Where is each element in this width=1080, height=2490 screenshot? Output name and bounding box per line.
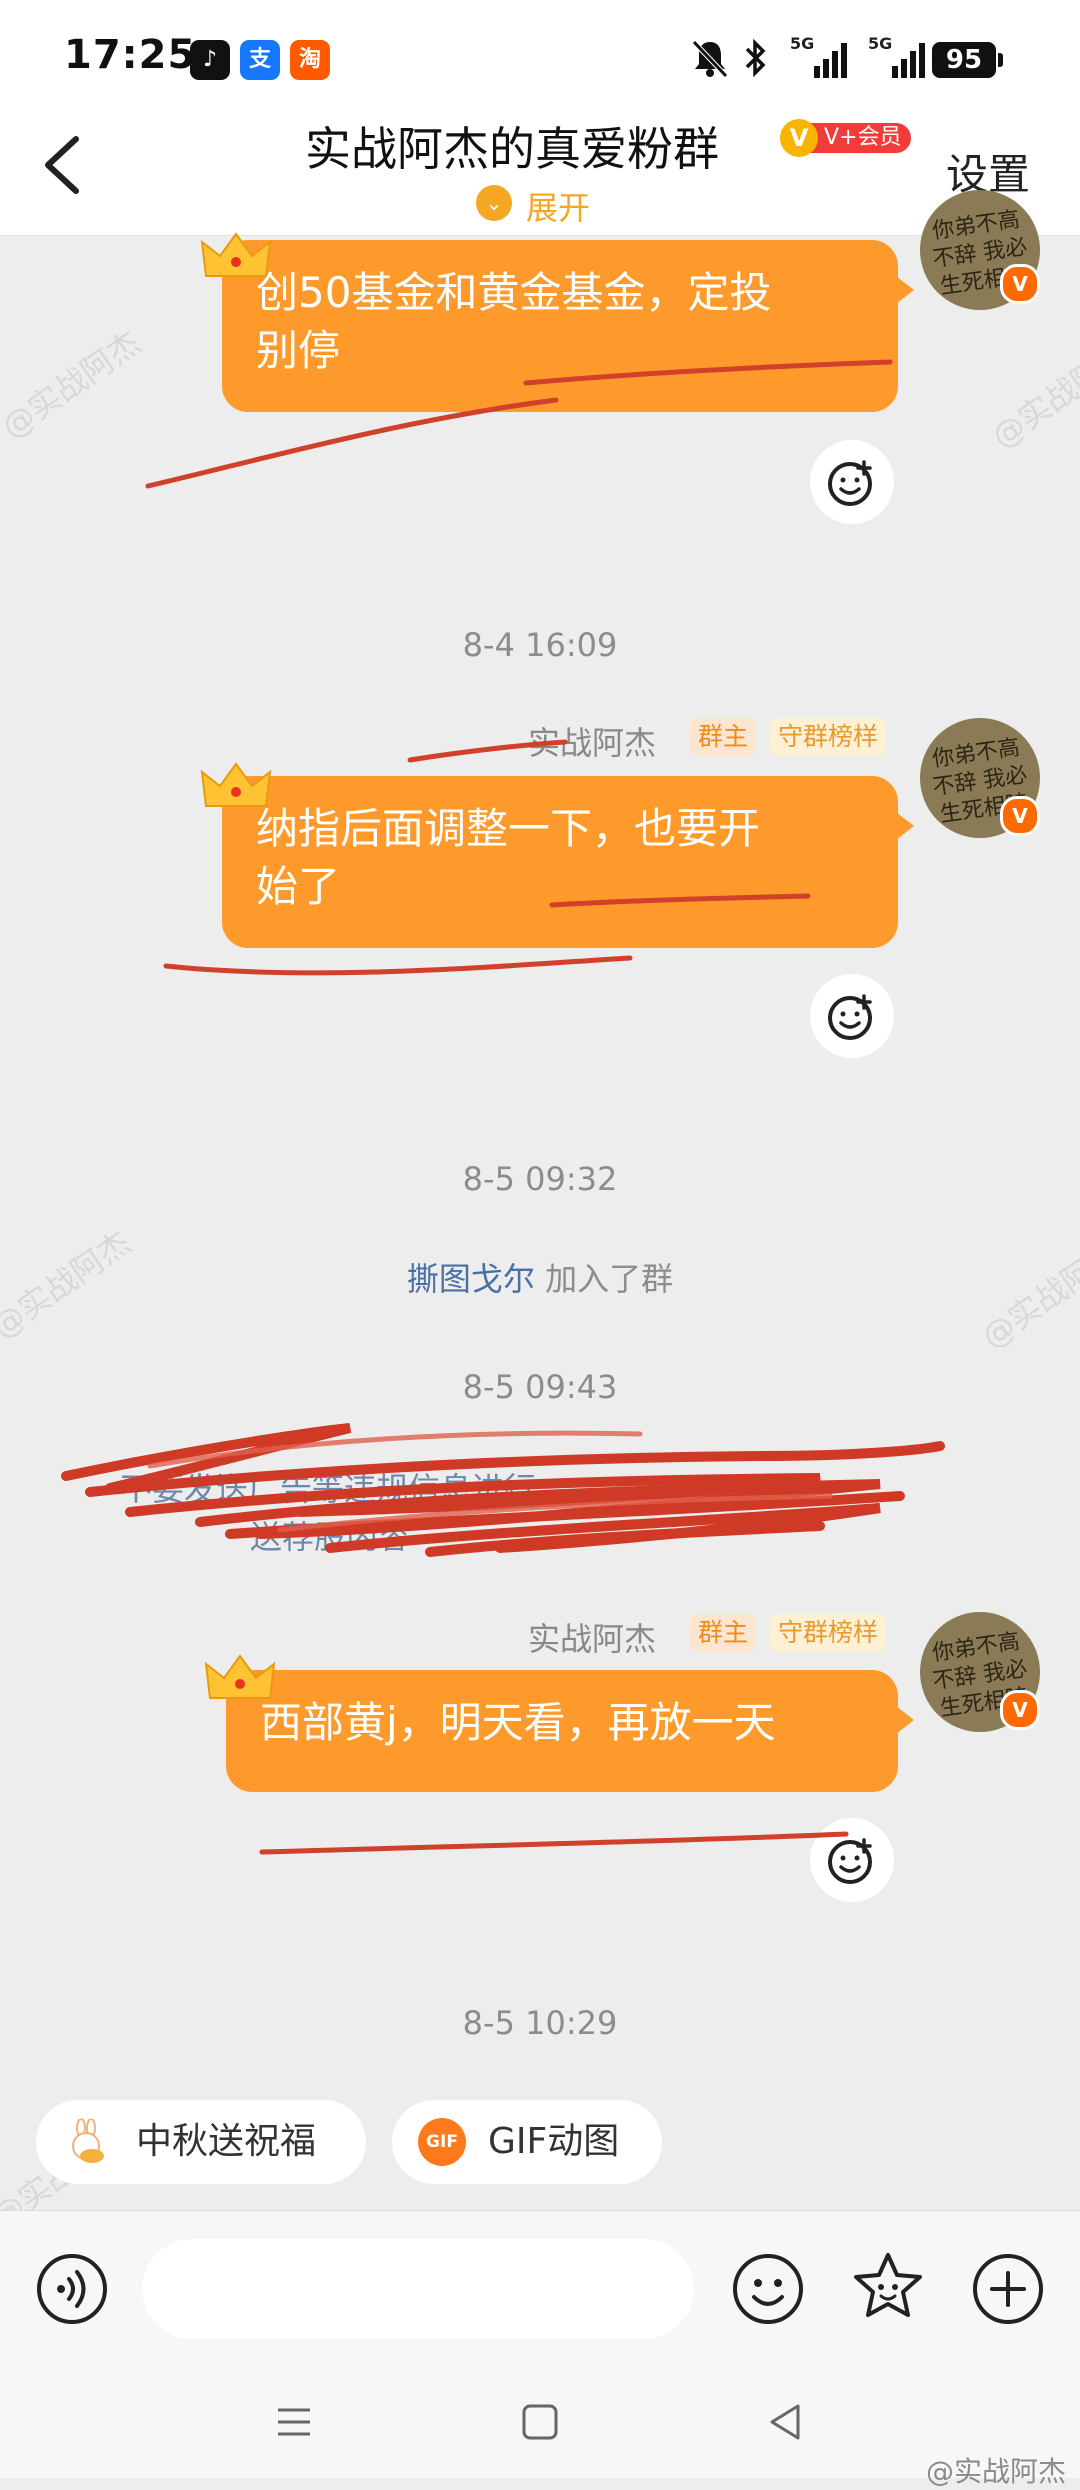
message-input[interactable] — [142, 2239, 694, 2339]
tiktok-icon: ♪ — [190, 40, 230, 80]
obscured-notice-line: 送荐股内容 — [250, 1518, 411, 1556]
add-reaction-button[interactable] — [810, 1818, 894, 1902]
message-timestamp: 8-5 09:32 — [462, 1160, 618, 1198]
message-bubble[interactable]: 西部黄j，明天看，再放一天 — [226, 1670, 914, 1792]
crown-icon — [204, 1654, 276, 1699]
mute-bell-icon — [692, 40, 728, 78]
quick-chip-mid-autumn[interactable]: 中秋送祝福 — [36, 2100, 366, 2184]
gif-icon-text: GIF — [426, 2132, 458, 2152]
bluetooth-icon — [745, 38, 766, 78]
crown-icon — [200, 232, 272, 277]
message-timestamp: 8-4 16:09 — [462, 626, 618, 664]
chevron-down-icon: ⌄ — [476, 185, 512, 221]
message-text-line: 始了 — [256, 862, 341, 911]
watermark: @实战阿杰 — [984, 333, 1080, 457]
alipay-icon: 支 — [240, 40, 280, 80]
owner-badge: 群主 — [690, 1614, 757, 1652]
vip-tag: V+会员 — [810, 123, 912, 153]
emoji-plus-icon — [828, 1838, 872, 1884]
rabbit-icon — [72, 2118, 104, 2163]
battery-indicator: 95 — [932, 42, 1003, 78]
status-time: 17:25 — [64, 32, 197, 78]
system-nav-bar: @实战阿杰 — [0, 2360, 1080, 2488]
message-bubble[interactable]: 创50基金和黄金基金，定投 别停 — [222, 240, 914, 412]
status-bar: 17:25 ♪ 支 淘 5G 5G 95 — [0, 0, 1080, 105]
emoji-plus-icon — [828, 994, 872, 1040]
expand-label: 展开 — [526, 189, 591, 227]
chip-label: GIF动图 — [488, 2121, 620, 2162]
group-title: 实战阿杰的真爱粉群 — [305, 122, 719, 176]
chat-header: 实战阿杰的真爱粉群 V+会员 V ⌄ 展开 设置 — [0, 105, 1080, 236]
chip-label: 中秋送祝福 — [136, 2121, 317, 2162]
message-text-line: 创50基金和黄金基金，定投 — [256, 268, 772, 317]
back-triangle-icon[interactable] — [764, 2400, 808, 2444]
back-arrow-icon[interactable] — [30, 125, 100, 205]
add-reaction-button[interactable] — [810, 974, 894, 1058]
gif-icon: GIF — [418, 2118, 466, 2166]
signal-icon: 5G — [868, 34, 928, 80]
message-bubble[interactable]: 纳指后面调整一下，也要开 始了 — [222, 776, 914, 948]
signal-icon: 5G — [790, 34, 850, 80]
home-square-icon[interactable] — [518, 2400, 562, 2444]
system-message: 撕图戈尔 加入了群 — [0, 1254, 1080, 1300]
verified-icon: V — [1000, 264, 1040, 304]
message-timestamp: 8-5 09:43 — [462, 1368, 618, 1406]
emoji-plus-icon — [828, 460, 872, 506]
watermark: @实战阿杰 — [0, 323, 148, 447]
verified-icon: V — [1000, 1690, 1040, 1730]
quick-chip-gif[interactable]: GIF GIF动图 — [392, 2100, 662, 2184]
menu-icon[interactable] — [272, 2400, 316, 2444]
crown-icon — [200, 762, 272, 807]
sender-name: 实战阿杰 — [528, 1620, 657, 1658]
owner-badge: 群主 — [690, 718, 757, 756]
sender-name: 实战阿杰 — [528, 724, 657, 762]
vip-v-icon: V — [780, 119, 818, 157]
message-text-line: 别停 — [256, 326, 341, 375]
message-text-line: 纳指后面调整一下，也要开 — [256, 804, 761, 853]
voice-icon[interactable] — [34, 2251, 110, 2327]
message-timestamp: 8-5 10:29 — [462, 2004, 618, 2042]
add-reaction-button[interactable] — [810, 440, 894, 524]
message-input-bar — [0, 2210, 1080, 2361]
verified-icon: V — [1000, 796, 1040, 836]
footer-watermark: @实战阿杰 — [925, 2455, 1066, 2488]
sticker-icon[interactable] — [850, 2249, 926, 2325]
plus-icon[interactable] — [970, 2251, 1046, 2327]
taobao-icon: 淘 — [290, 40, 330, 80]
guard-badge: 守群榜样 — [770, 1614, 887, 1652]
obscured-notice-line: 不要发送广告等违规信息进行 — [120, 1470, 537, 1508]
joined-user-link[interactable]: 撕图戈尔 — [407, 1260, 535, 1298]
system-text: 加入了群 — [534, 1260, 674, 1298]
message-text-line: 西部黄j，明天看，再放一天 — [260, 1698, 776, 1747]
guard-badge: 守群榜样 — [770, 718, 887, 756]
emoji-icon[interactable] — [730, 2251, 806, 2327]
